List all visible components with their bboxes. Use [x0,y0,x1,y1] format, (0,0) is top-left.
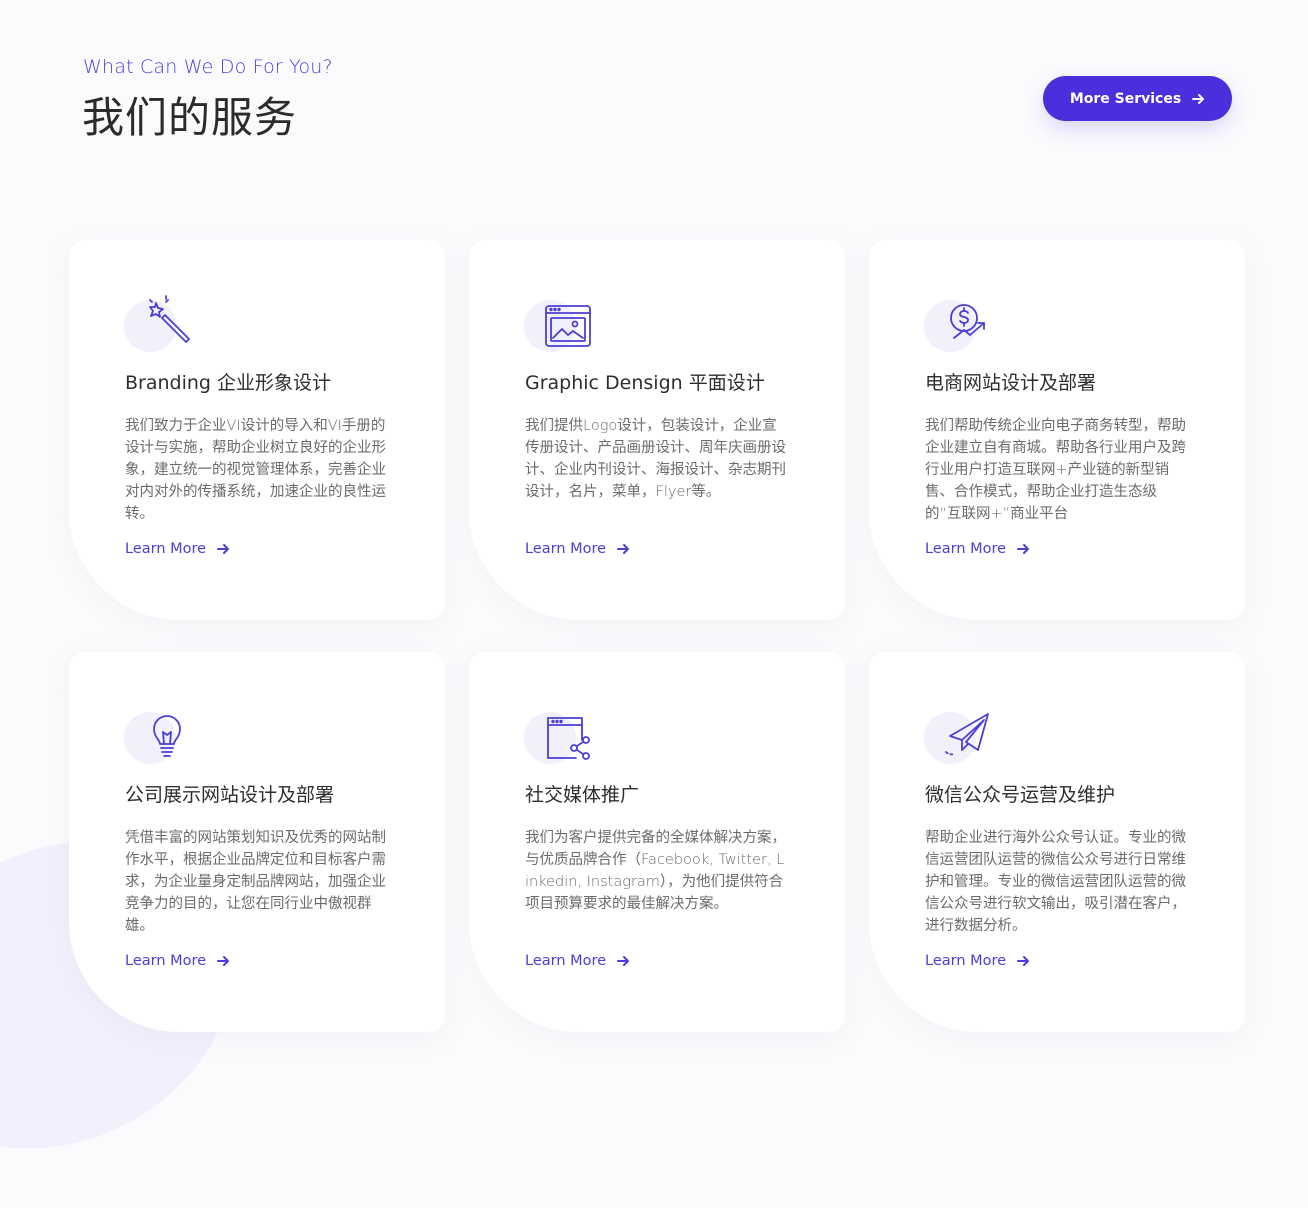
more-services-label: More Services [1069,90,1182,107]
arrow-right-icon [617,544,630,554]
card-description: 我们帮助传统企业向电子商务转型，帮助企业建立自有商城。帮助各行业用户及跨行业用户… [925,418,1186,522]
arrow-right-icon [1017,956,1030,966]
card-description: 我们为客户提供完备的全媒体解决方案，与优质品牌合作（Facebook, Twit… [525,830,786,912]
arrow-right-icon [217,956,230,966]
section-title: 我们的服务 [82,93,298,142]
learn-more-label: Learn More [925,953,1007,969]
card-title: Branding 企业形象设计 [125,372,332,394]
service-card-branding: Branding 企业形象设计 我们致力于企业VI设计的导入和VI手册的设计与实… [69,240,445,620]
learn-more-label: Learn More [525,953,607,969]
service-card-wechat: 微信公众号运营及维护 帮助企业进行海外公众号认证。专业的微信运营团队运营的微信公… [869,652,1245,1032]
magic-wand-icon [124,294,196,358]
card-title: 社交媒体推广 [525,784,640,806]
more-services-button[interactable]: More Services [1043,76,1232,121]
section-subtitle: What Can We Do For You? [83,56,333,78]
arrow-right-icon [217,544,230,554]
learn-more-link[interactable]: Learn More [125,953,230,969]
card-title: 电商网站设计及部署 [925,372,1097,394]
learn-more-label: Learn More [925,541,1007,557]
arrow-right-icon [617,956,630,966]
paper-plane-icon [924,706,996,770]
card-title: 公司展示网站设计及部署 [125,784,335,806]
learn-more-link[interactable]: Learn More [525,953,630,969]
learn-more-label: Learn More [525,541,607,557]
arrow-right-icon [1192,93,1205,104]
image-window-icon [524,294,596,358]
card-title: 微信公众号运营及维护 [925,784,1116,806]
dollar-growth-icon [924,294,996,358]
learn-more-label: Learn More [125,953,207,969]
learn-more-link[interactable]: Learn More [925,953,1030,969]
arrow-right-icon [1017,544,1030,554]
card-title: Graphic Densign 平面设计 [525,372,765,394]
learn-more-link[interactable]: Learn More [525,541,630,557]
learn-more-link[interactable]: Learn More [125,541,230,557]
service-card-graphic-design: Graphic Densign 平面设计 我们提供Logo设计，包装设计，企业宣… [469,240,845,620]
learn-more-link[interactable]: Learn More [925,541,1030,557]
service-card-ecommerce: 电商网站设计及部署 我们帮助传统企业向电子商务转型，帮助企业建立自有商城。帮助各… [869,240,1245,620]
card-description: 帮助企业进行海外公众号认证。专业的微信运营团队运营的微信公众号进行日常维护和管理… [925,830,1186,934]
card-description: 我们致力于企业VI设计的导入和VI手册的设计与实施，帮助企业树立良好的企业形象，… [125,418,386,522]
card-description: 我们提供Logo设计，包装设计，企业宣传册设计、产品画册设计、周年庆画册设计、企… [525,418,786,500]
service-card-corporate-website: 公司展示网站设计及部署 凭借丰富的网站策划知识及优秀的网站制作水平，根据企业品牌… [69,652,445,1032]
lightbulb-icon [124,706,196,770]
card-description: 凭借丰富的网站策划知识及优秀的网站制作水平，根据企业品牌定位和目标客户需求，为企… [125,830,386,934]
service-card-social-media: 社交媒体推广 我们为客户提供完备的全媒体解决方案，与优质品牌合作（Faceboo… [469,652,845,1032]
share-window-icon [524,706,596,770]
learn-more-label: Learn More [125,541,207,557]
